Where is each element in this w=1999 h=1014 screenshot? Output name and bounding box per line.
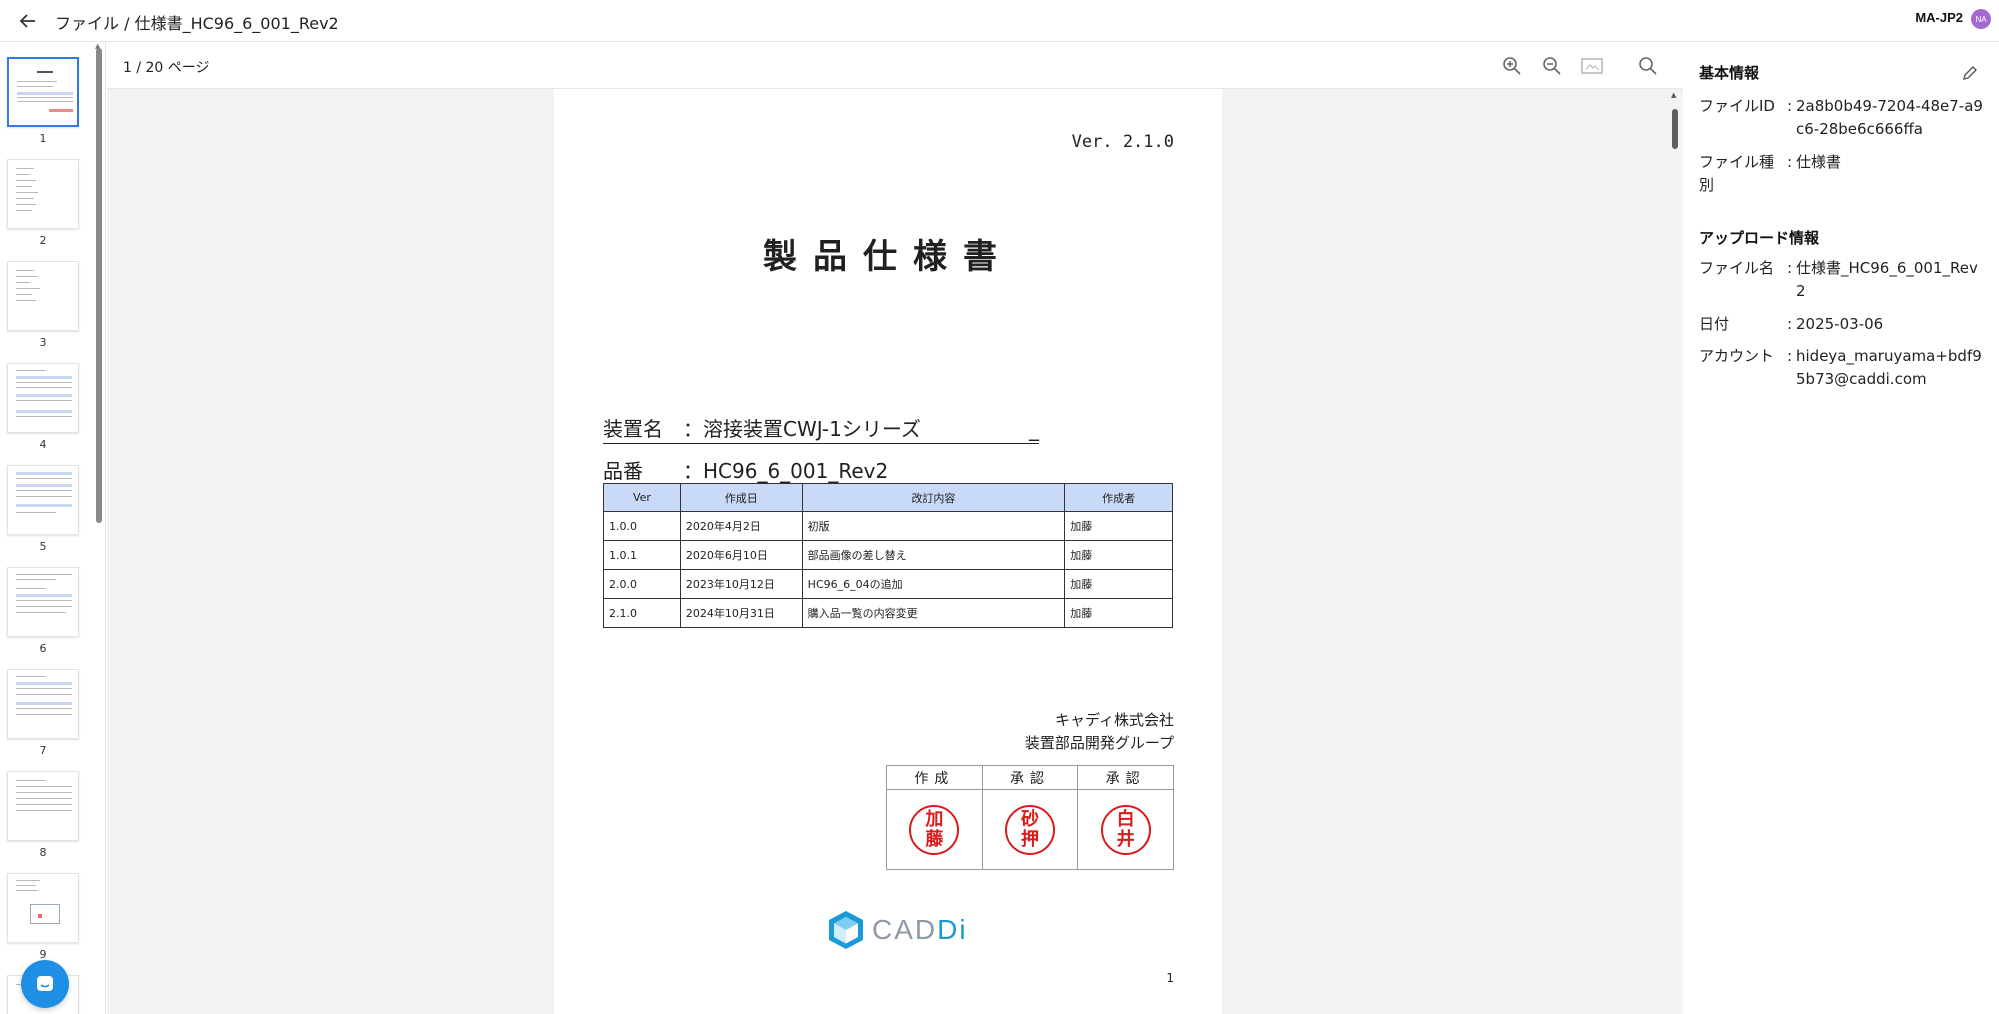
fit-page-icon[interactable] bbox=[1580, 54, 1604, 78]
part-number: 品番 ：HC96_6_001_Rev2 bbox=[603, 455, 1029, 486]
file-type-row: ファイル種別 : 仕様書 bbox=[1699, 151, 1989, 197]
table-cell: 加藤 bbox=[1064, 540, 1173, 570]
device-name: 装置名 ：溶接装置CWJ-1シリーズ _ bbox=[603, 413, 1039, 444]
table-row: 2.0.0 2023年10月12日 HC96_6_04の追加 加藤 bbox=[603, 569, 1173, 599]
table-header: 改訂内容 bbox=[801, 483, 1066, 512]
thumbnail-number: 2 bbox=[39, 234, 47, 247]
search-icon[interactable] bbox=[1636, 54, 1660, 78]
stamp-header: 承認 bbox=[1077, 765, 1174, 790]
page-thumbnail[interactable] bbox=[7, 567, 79, 637]
page-thumbnail[interactable] bbox=[7, 465, 79, 535]
table-header: Ver bbox=[603, 483, 681, 512]
table-cell: 加藤 bbox=[1064, 569, 1173, 599]
document-version: Ver. 2.1.0 bbox=[1071, 132, 1174, 152]
company-name: キャディ株式会社 bbox=[1055, 711, 1174, 729]
file-name-value: 仕様書_HC96_6_001_Rev2 bbox=[1796, 259, 1978, 300]
breadcrumb[interactable]: ファイル / 仕様書_HC96_6_001_Rev2 bbox=[55, 10, 339, 34]
date-row: 日付 : 2025-03-06 bbox=[1699, 313, 1989, 336]
table-header: 作成者 bbox=[1064, 483, 1173, 512]
table-cell: 初版 bbox=[801, 511, 1066, 541]
file-type-value: 仕様書 bbox=[1796, 153, 1842, 171]
page-thumbnail[interactable] bbox=[7, 363, 79, 433]
page-thumbnail[interactable] bbox=[7, 159, 79, 229]
table-row: 1.0.1 2020年6月10日 部品画像の差し替え 加藤 bbox=[603, 540, 1173, 570]
seal-stamp: 加藤 bbox=[909, 804, 960, 855]
department-name: 装置部品開発グループ bbox=[1024, 734, 1174, 752]
table-header: 作成日 bbox=[679, 483, 803, 512]
file-id-label: ファイルID bbox=[1699, 97, 1775, 115]
edit-pencil-icon[interactable] bbox=[1959, 62, 1981, 84]
page-thumbnail[interactable] bbox=[7, 57, 79, 127]
table-cell: 1.0.0 bbox=[603, 511, 681, 541]
table-cell: 2023年10月12日 bbox=[679, 569, 803, 599]
page-thumbnail[interactable] bbox=[7, 873, 79, 943]
thumbnail-scrollbar[interactable] bbox=[96, 48, 102, 523]
upload-info-title: アップロード情報 bbox=[1699, 229, 1820, 247]
file-name-row: ファイル名 : 仕様書_HC96_6_001_Rev2 bbox=[1699, 257, 1989, 303]
account-value: hideya_maruyama+bdf95b73@caddi.com bbox=[1796, 347, 1982, 388]
back-arrow-icon[interactable] bbox=[14, 7, 42, 35]
table-row: 2.1.0 2024年10月31日 購入品一覧の内容変更 加藤 bbox=[603, 598, 1173, 628]
seal-stamp: 砂押 bbox=[1004, 804, 1055, 855]
zoom-in-icon[interactable] bbox=[1500, 54, 1524, 78]
avatar[interactable]: NA bbox=[1971, 9, 1991, 29]
chat-launcher-button[interactable] bbox=[21, 960, 69, 1008]
approval-stamp-table: 作成 承認 承認 加藤 砂押 白井 bbox=[886, 765, 1174, 870]
thumbnail-number: 5 bbox=[39, 540, 47, 553]
table-cell: 部品画像の差し替え bbox=[801, 540, 1066, 570]
file-type-label: ファイル種別 bbox=[1699, 153, 1775, 194]
thumbnail-number: 8 bbox=[39, 846, 47, 859]
table-cell: 加藤 bbox=[1064, 598, 1173, 628]
file-id-row: ファイルID : 2a8b0b49-7204-48e7-a9c6-28be6c6… bbox=[1699, 95, 1989, 141]
page-number: 1 bbox=[1166, 971, 1174, 985]
info-panel: 基本情報 ファイルID : 2a8b0b49-7204-48e7-a9c6-28… bbox=[1683, 42, 1999, 1014]
table-cell: 2020年4月2日 bbox=[679, 511, 803, 541]
cube-icon bbox=[829, 911, 863, 949]
table-row: 1.0.0 2020年4月2日 初版 加藤 bbox=[603, 511, 1173, 541]
date-value: 2025-03-06 bbox=[1796, 315, 1884, 333]
document-title: 製品仕様書 bbox=[763, 237, 1013, 277]
stamp-header: 作成 bbox=[886, 765, 983, 790]
thumbnail-number: 6 bbox=[39, 642, 47, 655]
table-cell: 2024年10月31日 bbox=[679, 598, 803, 628]
date-label: 日付 bbox=[1699, 315, 1730, 333]
caddi-logo: CADDi bbox=[826, 909, 968, 951]
viewer-toolbar: 1 / 20 ページ bbox=[107, 42, 1683, 89]
table-cell: 2020年6月10日 bbox=[679, 540, 803, 570]
basic-info-title: 基本情報 bbox=[1699, 64, 1760, 82]
table-cell: 購入品一覧の内容変更 bbox=[801, 598, 1066, 628]
page-indicator: 1 / 20 ページ bbox=[123, 60, 210, 76]
page-thumbnail[interactable] bbox=[7, 771, 79, 841]
document-page: Ver. 2.1.0 製品仕様書 装置名 ：溶接装置CWJ-1シリーズ _ 品番… bbox=[554, 89, 1222, 1014]
revision-history-table: Ver 作成日 改訂内容 作成者 1.0.0 2020年4月2日 初版 加藤 1… bbox=[603, 483, 1173, 628]
thumbnail-sidebar: ▲ 1 2 3 4 5 6 7 8 9 bbox=[0, 42, 106, 1014]
page-thumbnail[interactable] bbox=[7, 261, 79, 331]
table-cell: HC96_6_04の追加 bbox=[801, 569, 1066, 599]
logo-text: CADDi bbox=[872, 914, 968, 945]
thumbnail-number: 1 bbox=[39, 132, 47, 145]
top-bar: ファイル / 仕様書_HC96_6_001_Rev2 MA-JP2 NA bbox=[0, 0, 1999, 42]
table-cell: 2.0.0 bbox=[603, 569, 681, 599]
zoom-out-icon[interactable] bbox=[1540, 54, 1564, 78]
account-row: アカウント : hideya_maruyama+bdf95b73@caddi.c… bbox=[1699, 345, 1989, 391]
file-id-value: 2a8b0b49-7204-48e7-a9c6-28be6c666ffa bbox=[1796, 97, 1983, 138]
chat-icon bbox=[37, 976, 53, 991]
table-cell: 2.1.0 bbox=[603, 598, 681, 628]
account-label: アカウント bbox=[1699, 347, 1775, 365]
thumbnail-number: 3 bbox=[39, 336, 47, 349]
stamp-header: 承認 bbox=[981, 765, 1079, 790]
file-name-label: ファイル名 bbox=[1699, 259, 1775, 277]
thumbnail-number: 7 bbox=[39, 744, 47, 757]
table-cell: 1.0.1 bbox=[603, 540, 681, 570]
thumbnail-number: 4 bbox=[39, 438, 47, 451]
organization-name[interactable]: MA-JP2 bbox=[1915, 10, 1963, 25]
page-thumbnail[interactable] bbox=[7, 669, 79, 739]
table-cell: 加藤 bbox=[1064, 511, 1173, 541]
seal-stamp: 白井 bbox=[1100, 804, 1151, 855]
document-viewer: 1 / 20 ページ Ver. 2.1.0 製品仕様書 装置名 ：溶接装置CWJ… bbox=[107, 42, 1683, 1014]
viewer-scrollbar[interactable]: ▲ bbox=[1669, 89, 1683, 1014]
